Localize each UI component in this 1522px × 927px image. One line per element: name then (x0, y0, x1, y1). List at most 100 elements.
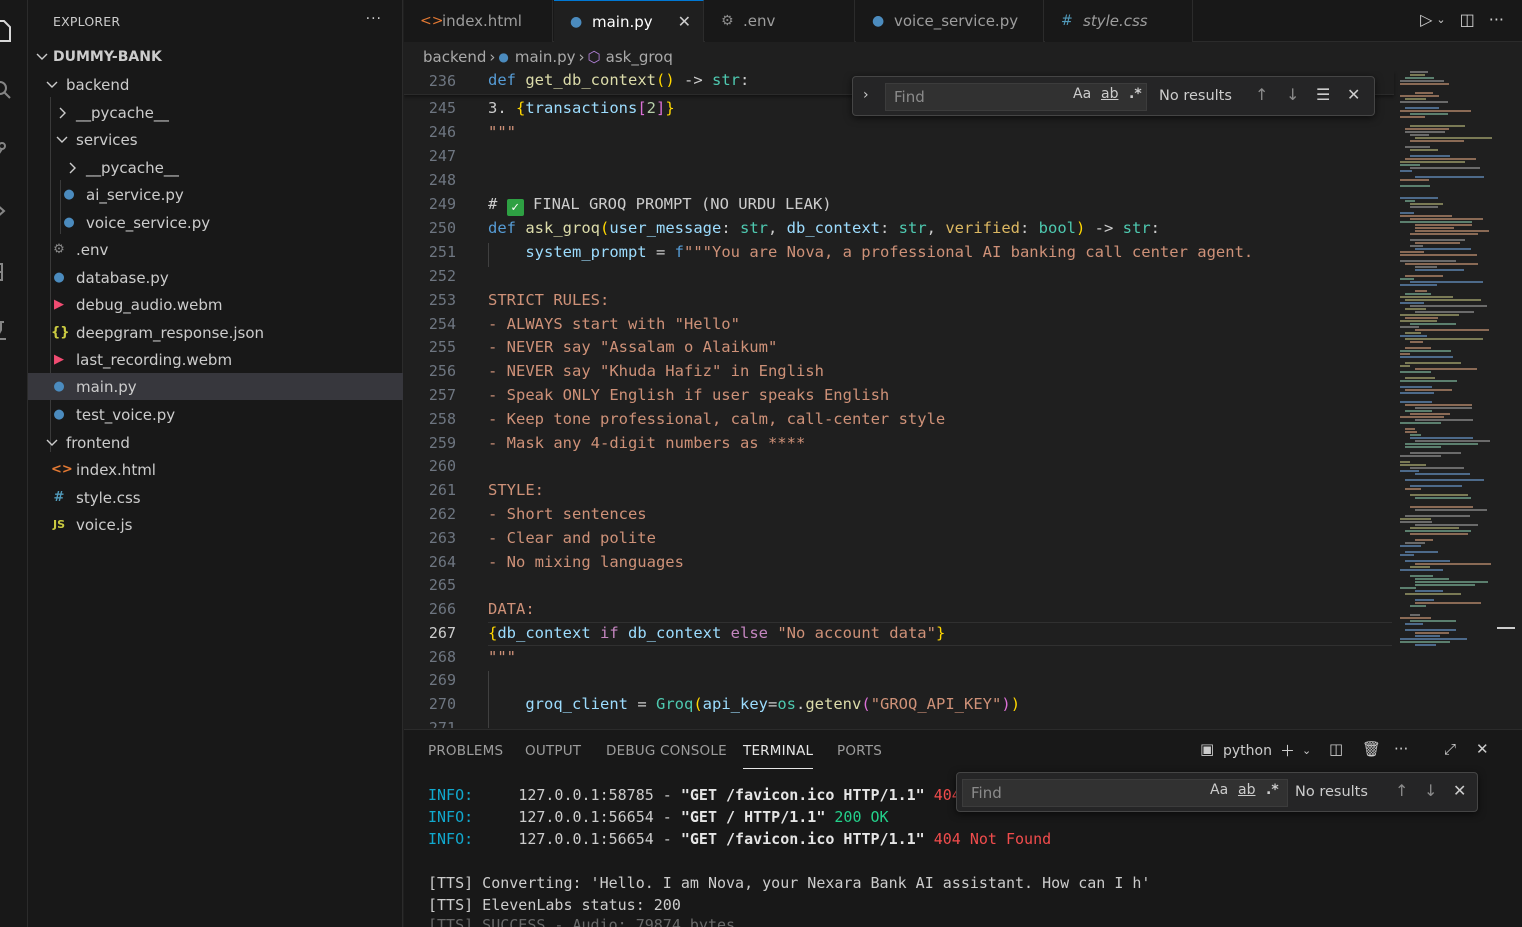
css-file-icon: # (53, 490, 65, 505)
tree-file-deepgram-json[interactable]: {} deepgram_response.json (28, 319, 403, 346)
tree-item-label: index.html (76, 460, 156, 479)
terminal-icon: ▣ (1200, 740, 1215, 758)
code-token: def (488, 71, 516, 89)
close-icon[interactable]: ✕ (1476, 740, 1489, 758)
tree-file-main[interactable]: ● main.py (28, 373, 403, 400)
match-word-toggle[interactable]: ab (1238, 782, 1255, 798)
minimap-line (1405, 488, 1421, 490)
minimap-line (1410, 74, 1425, 76)
tree-file-database[interactable]: ● database.py (28, 264, 403, 291)
close-icon[interactable]: ✕ (1453, 781, 1466, 800)
tab-label: style.css (1083, 12, 1148, 30)
extensions-icon[interactable] (0, 254, 27, 284)
split-editor-icon[interactable]: ◫ (1460, 10, 1475, 29)
tree-file-env[interactable]: ⚙ .env (28, 236, 403, 263)
chevron-down-icon[interactable]: ⌄ (1302, 744, 1311, 757)
tree-file-voice-service[interactable]: ● voice_service.py (28, 209, 403, 236)
tab-output[interactable]: OUTPUT (525, 743, 581, 759)
minimap-line (1405, 275, 1443, 277)
more-actions-icon[interactable]: ··· (366, 11, 382, 27)
minimap-line (1410, 437, 1473, 439)
tree-file-style-css[interactable]: # style.css (28, 484, 403, 511)
regex-toggle[interactable]: .* (1129, 86, 1142, 102)
minimap-line (1410, 605, 1426, 607)
match-case-toggle[interactable]: Aa (1210, 782, 1228, 798)
find-in-selection-icon[interactable]: ☰ (1316, 85, 1330, 104)
tab-env[interactable]: ⚙ .env (705, 0, 855, 42)
trash-icon[interactable]: 🗑 (1362, 740, 1381, 758)
minimap[interactable] (1400, 71, 1500, 728)
tree-file-debug-audio[interactable]: ▶ debug_audio.webm (28, 291, 403, 318)
tree-file-last-recording[interactable]: ▶ last_recording.webm (28, 346, 403, 373)
python-file-icon: ● (63, 215, 75, 230)
arrow-down-icon[interactable]: ↓ (1286, 85, 1299, 104)
log-request: "GET /favicon.ico HTTP/1.1" (680, 830, 925, 848)
code-token: "GROQ_API_KEY" (870, 695, 1002, 713)
code-editor[interactable]: 245 246 247 248 249 250 251 252 253 254 … (404, 71, 1522, 728)
line-number: 255 (428, 338, 456, 356)
tab-problems[interactable]: PROBLEMS (428, 743, 503, 759)
line-number: 265 (428, 576, 456, 594)
breadcrumb-file[interactable]: main.py (515, 48, 576, 66)
tab-terminal[interactable]: TERMINAL (743, 743, 814, 769)
close-icon[interactable]: ✕ (678, 12, 691, 31)
tab-style-css[interactable]: # style.css (1045, 0, 1193, 42)
source-control-icon[interactable] (0, 134, 27, 164)
tree-folder-backend[interactable]: backend (28, 71, 403, 98)
tree-file-index-html[interactable]: <> index.html (28, 456, 403, 483)
search-icon[interactable] (0, 74, 27, 104)
close-icon[interactable]: ✕ (1347, 85, 1360, 104)
minimap-line (1405, 362, 1461, 364)
workspace-root[interactable]: DUMMY-BANK (28, 43, 403, 70)
more-actions-icon[interactable]: ··· (1489, 10, 1504, 29)
json-file-icon: {} (51, 325, 70, 340)
terminal-shell-label[interactable]: python (1223, 743, 1272, 759)
minimap-line (1400, 617, 1431, 619)
match-case-toggle[interactable]: Aa (1073, 86, 1091, 102)
minimap-line (1400, 380, 1457, 382)
tree-folder-services-pycache[interactable]: __pycache__ (28, 154, 403, 181)
arrow-down-icon[interactable]: ↓ (1424, 781, 1437, 800)
tab-voice-service[interactable]: ● voice_service.py (856, 0, 1044, 42)
minimap-line (1405, 560, 1450, 562)
add-terminal-icon[interactable]: ＋ (1280, 740, 1295, 761)
arrow-up-icon[interactable]: ↑ (1255, 85, 1268, 104)
regex-toggle[interactable]: .* (1266, 782, 1279, 798)
minimap-line (1400, 371, 1431, 373)
line-number: 261 (428, 481, 456, 499)
tree-item-label: database.py (76, 268, 169, 287)
chevron-right-icon[interactable]: › (863, 87, 869, 103)
chevron-down-icon (36, 53, 48, 60)
minimap-line (1410, 566, 1430, 568)
minimap-line (1400, 641, 1450, 643)
tree-folder-services[interactable]: services (28, 126, 403, 153)
arrow-up-icon[interactable]: ↑ (1395, 781, 1408, 800)
tree-folder-frontend[interactable]: frontend (28, 429, 403, 456)
explorer-icon[interactable] (0, 14, 27, 44)
code-token: FINAL GROQ PROMPT (NO URDU LEAK) (523, 195, 832, 213)
minimap-line (1400, 356, 1453, 358)
maximize-panel-icon[interactable]: ⤢ (1444, 740, 1456, 758)
minimap-line (1400, 392, 1434, 394)
minimap-line (1415, 632, 1449, 634)
breadcrumb-symbol[interactable]: ask_groq (606, 48, 673, 66)
testing-icon[interactable] (0, 314, 27, 344)
run-icon[interactable]: ▷ (1420, 10, 1432, 29)
tree-file-voice-js[interactable]: JS voice.js (28, 511, 403, 538)
tab-debug-console[interactable]: DEBUG CONSOLE (606, 743, 727, 759)
chevron-down-icon[interactable]: ⌄ (1436, 13, 1445, 29)
tab-ports[interactable]: PORTS (837, 743, 882, 759)
tree-folder-pycache[interactable]: __pycache__ (28, 99, 403, 126)
tab-index-html[interactable]: <> index.html (404, 0, 553, 42)
tab-main-py[interactable]: ● main.py ✕ (554, 0, 704, 42)
tree-file-ai-service[interactable]: ● ai_service.py (28, 181, 403, 208)
tree-file-test-voice[interactable]: ● test_voice.py (28, 401, 403, 428)
minimap-line (1405, 377, 1435, 379)
log-request: "GET /favicon.ico HTTP/1.1" (680, 786, 925, 804)
code-token: 2 (646, 99, 657, 117)
match-word-toggle[interactable]: ab (1101, 86, 1118, 102)
run-debug-icon[interactable] (0, 194, 27, 224)
split-terminal-icon[interactable]: ◫ (1329, 740, 1343, 758)
breadcrumb-folder[interactable]: backend (423, 48, 486, 66)
more-actions-icon[interactable]: ··· (1394, 740, 1408, 758)
